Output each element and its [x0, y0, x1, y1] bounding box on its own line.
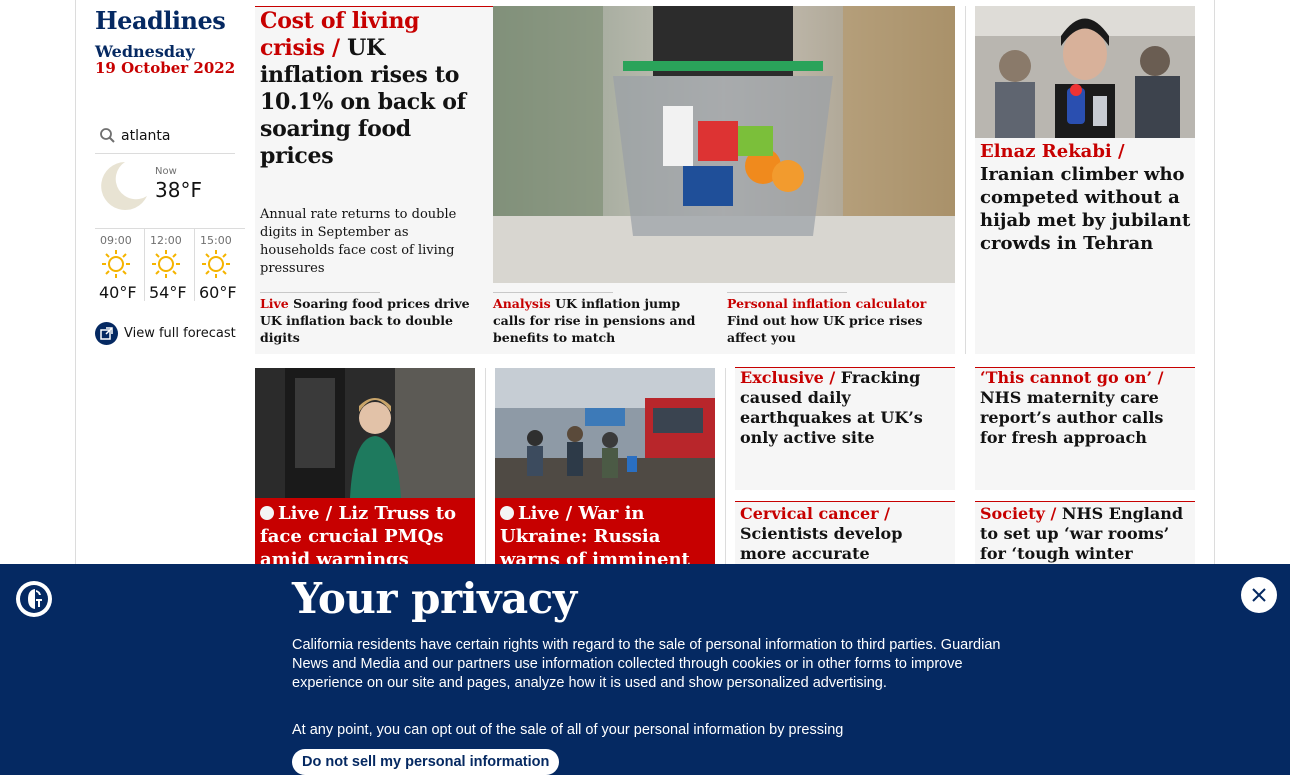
sublink-calculator[interactable]: Personal inflation calculator Find out h… [727, 295, 952, 346]
external-link-icon [95, 322, 118, 345]
full-forecast-link[interactable]: View full forecast [95, 322, 236, 345]
privacy-banner: Your privacy California residents have c… [0, 564, 1290, 775]
story-kicker: Elnaz Rekabi / [980, 141, 1125, 162]
sublink-text: Find out how UK price rises affect you [727, 313, 923, 345]
story-kicker: Live / [518, 503, 573, 524]
sun-icon [202, 250, 230, 278]
sun-icon [152, 250, 180, 278]
privacy-body: California residents have certain rights… [292, 637, 1001, 691]
story-kicker: Live / [278, 503, 333, 524]
moon-icon [101, 162, 147, 210]
lead-standfirst: Annual rate returns to double digits in … [260, 207, 457, 276]
sublink-kicker: Personal inflation calculator [727, 296, 927, 311]
story-image-rekabi[interactable] [975, 6, 1195, 138]
forecast-time: 15:00 [200, 234, 232, 247]
forecast-slot: 09:00 40°F [95, 229, 145, 302]
live-dot-icon [260, 506, 274, 520]
close-icon [1252, 588, 1266, 602]
weather-now: Now 38°F [95, 160, 235, 220]
story-image-truss [255, 368, 475, 498]
guardian-logo-icon [16, 581, 52, 617]
weather-now-temp: 38°F [155, 178, 202, 202]
close-button[interactable] [1241, 577, 1277, 613]
forecast-temp: 54°F [149, 283, 187, 302]
full-forecast-label: View full forecast [124, 326, 236, 341]
sublink-text: Soaring food prices drive UK inflation b… [260, 296, 470, 345]
story-kicker: Exclusive / [740, 368, 836, 387]
do-not-sell-button[interactable]: Do not sell my personal information [292, 749, 560, 775]
story-headline-fracking: Exclusive / Fracking caused daily earthq… [735, 368, 955, 448]
privacy-body-optout: At any point, you can opt out of the sal… [292, 722, 844, 738]
story-card-fracking[interactable]: Exclusive / Fracking caused daily earthq… [735, 368, 955, 490]
lead-separator: / [324, 35, 348, 61]
story-kicker: Society / [980, 504, 1057, 523]
weather-forecast: 09:00 40°F 12:00 54°F 15:00 60°F [95, 228, 245, 302]
story-kicker: ‘This cannot go on’ / [980, 368, 1164, 387]
privacy-title: Your privacy [292, 574, 577, 623]
date-full: 19 October 2022 [95, 59, 236, 77]
sublink-rule [727, 292, 847, 293]
column-divider [725, 368, 726, 568]
story-kicker: Cervical cancer / [740, 504, 890, 523]
forecast-time: 12:00 [150, 234, 182, 247]
sun-icon [102, 250, 130, 278]
weather-location-value[interactable]: atlanta [121, 128, 170, 144]
sublink-rule [260, 292, 380, 293]
story-headline-maternity: ‘This cannot go on’ / NHS maternity care… [975, 368, 1195, 448]
sublink-live[interactable]: Live Soaring food prices drive UK inflat… [260, 295, 482, 346]
story-headline-text: NHS maternity care report’s author calls… [980, 388, 1164, 447]
forecast-time: 09:00 [100, 234, 132, 247]
section-title: Headlines [95, 6, 226, 35]
lead-headline[interactable]: Cost of living crisis / UK inflation ris… [260, 8, 485, 170]
forecast-temp: 40°F [99, 283, 137, 302]
story-headline-text: Iranian climber who competed without a h… [980, 164, 1191, 254]
weather-location-search[interactable]: atlanta [95, 118, 235, 154]
forecast-slot: 12:00 54°F [145, 229, 195, 302]
column-divider [485, 368, 486, 568]
sublink-kicker: Analysis [493, 296, 551, 311]
sublink-analysis[interactable]: Analysis UK inflation jump calls for ris… [493, 295, 715, 346]
weather-now-label: Now [155, 166, 177, 177]
forecast-temp: 60°F [199, 283, 237, 302]
lead-image-shopping-trolley[interactable] [493, 6, 955, 283]
sublink-kicker: Live [260, 296, 289, 311]
story-image-ukraine [495, 368, 715, 498]
forecast-slot: 15:00 60°F [195, 229, 245, 302]
live-dot-icon [500, 506, 514, 520]
sublink-rule [493, 292, 613, 293]
story-card-maternity[interactable]: ‘This cannot go on’ / NHS maternity care… [975, 368, 1195, 490]
column-divider [965, 6, 966, 354]
search-icon [95, 127, 121, 145]
story-headline-rekabi[interactable]: Elnaz Rekabi / Iranian climber who compe… [980, 140, 1192, 255]
